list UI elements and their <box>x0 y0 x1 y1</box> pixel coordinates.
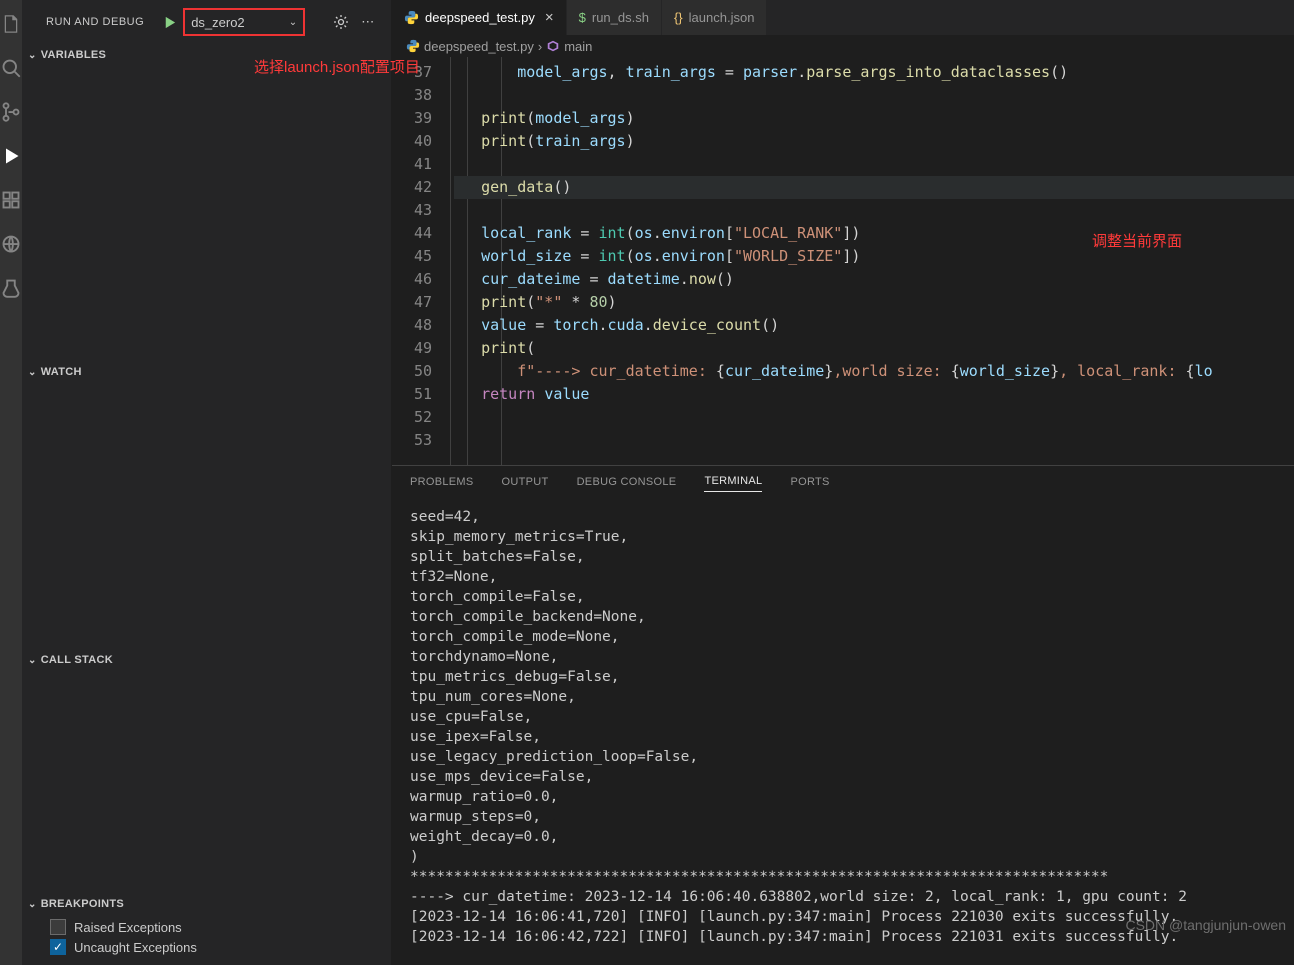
search-icon[interactable] <box>1 58 21 78</box>
testing-icon[interactable] <box>1 278 21 298</box>
remote-icon[interactable] <box>1 234 21 254</box>
code-editor[interactable]: 调整当前界面 373839404142434445464748495051525… <box>392 57 1294 465</box>
activity-bar <box>0 0 22 965</box>
line-numbers: 3738394041424344454647484950515253 <box>392 57 450 465</box>
breakpoint-uncaught-exceptions[interactable]: ✓ Uncaught Exceptions <box>50 939 391 955</box>
annotation-adjust-ui: 调整当前界面 <box>1092 230 1182 251</box>
code-content[interactable]: model_args, train_args = parser.parse_ar… <box>454 57 1294 452</box>
section-header-breakpoints[interactable]: ⌄BREAKPOINTS <box>22 893 391 915</box>
python-file-icon <box>404 10 419 25</box>
panel-tabs: PROBLEMS OUTPUT DEBUG CONSOLE TERMINAL P… <box>392 466 1294 501</box>
json-file-icon: {} <box>674 10 683 25</box>
annotation-select-config: 选择launch.json配置项目 <box>254 56 420 77</box>
debug-config-selected: ds_zero2 <box>191 15 244 30</box>
checkbox-checked-icon[interactable]: ✓ <box>50 939 66 955</box>
chevron-down-icon: ⌄ <box>28 50 37 61</box>
shell-file-icon: $ <box>579 10 586 25</box>
breadcrumb[interactable]: deepspeed_test.py › main <box>392 35 1294 57</box>
tab-terminal[interactable]: TERMINAL <box>704 475 762 492</box>
start-debug-icon[interactable] <box>162 15 177 30</box>
tab-run-ds[interactable]: $ run_ds.sh <box>567 0 662 35</box>
chevron-down-icon: ⌄ <box>28 899 37 910</box>
debug-sidebar: RUN AND DEBUG ds_zero2 ⌄ ⋯ ⌄VARIABLES ⌄W… <box>22 0 392 965</box>
tab-ports[interactable]: PORTS <box>790 476 829 492</box>
section-breakpoints: ⌄BREAKPOINTS Raised Exceptions ✓ Uncaugh… <box>22 893 391 965</box>
checkbox-unchecked-icon[interactable] <box>50 919 66 935</box>
debug-config-dropdown[interactable]: ds_zero2 ⌄ <box>183 8 305 36</box>
tab-bar: deepspeed_test.py × $ run_ds.sh {} launc… <box>392 0 1294 35</box>
section-callstack: ⌄CALL STACK <box>22 649 391 671</box>
breakpoint-raised-exceptions[interactable]: Raised Exceptions <box>50 919 391 935</box>
symbol-method-icon <box>546 39 560 53</box>
panel-title: RUN AND DEBUG <box>46 16 144 28</box>
section-watch: ⌄WATCH <box>22 361 391 383</box>
tab-launch-json[interactable]: {} launch.json <box>662 0 767 35</box>
chevron-down-icon: ⌄ <box>28 367 37 378</box>
run-debug-header: RUN AND DEBUG ds_zero2 ⌄ ⋯ <box>22 0 391 44</box>
editor-group: deepspeed_test.py × $ run_ds.sh {} launc… <box>392 0 1294 965</box>
terminal-output[interactable]: seed=42, skip_memory_metrics=True, split… <box>392 501 1294 965</box>
tab-deepspeed-test[interactable]: deepspeed_test.py × <box>392 0 567 35</box>
more-actions-icon[interactable]: ⋯ <box>361 14 374 30</box>
tab-problems[interactable]: PROBLEMS <box>410 476 474 492</box>
tab-output[interactable]: OUTPUT <box>502 476 549 492</box>
files-icon[interactable] <box>1 14 21 34</box>
extensions-icon[interactable] <box>1 190 21 210</box>
section-header-callstack[interactable]: ⌄CALL STACK <box>22 649 391 671</box>
section-header-watch[interactable]: ⌄WATCH <box>22 361 391 383</box>
tab-debug-console[interactable]: DEBUG CONSOLE <box>577 476 677 492</box>
python-file-icon <box>406 39 420 53</box>
gear-icon[interactable] <box>333 14 349 30</box>
chevron-down-icon: ⌄ <box>28 655 37 666</box>
run-debug-icon[interactable] <box>1 146 21 166</box>
close-icon[interactable]: × <box>545 9 554 26</box>
chevron-down-icon: ⌄ <box>289 17 297 28</box>
watermark: CSDN @tangjunjun-owen <box>1125 917 1286 933</box>
scm-icon[interactable] <box>1 102 21 122</box>
bottom-panel: PROBLEMS OUTPUT DEBUG CONSOLE TERMINAL P… <box>392 465 1294 965</box>
